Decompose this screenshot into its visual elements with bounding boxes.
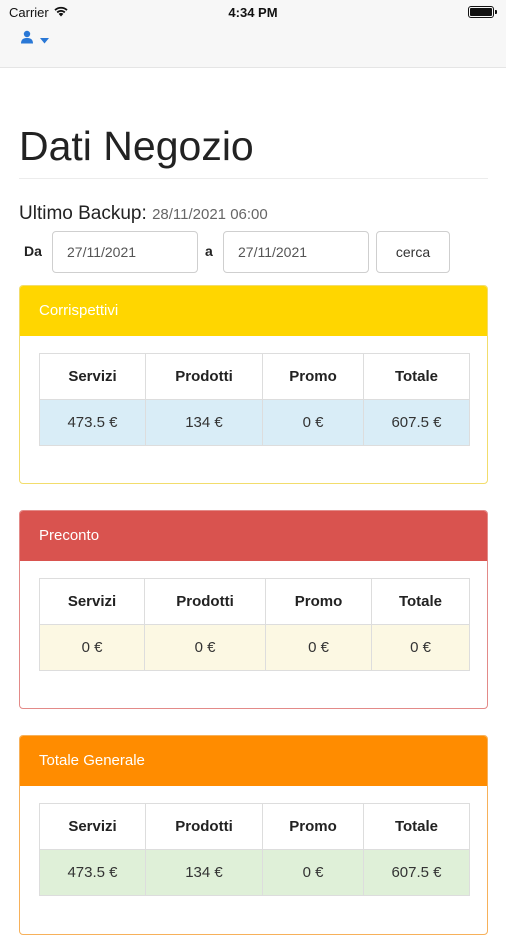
table-row: 473.5 € 134 € 0 € 607.5 € xyxy=(39,849,470,896)
from-label: Da xyxy=(24,243,42,259)
table-cell: 473.5 € xyxy=(39,849,146,896)
title-divider xyxy=(19,178,488,179)
corrispettivi-table: Servizi Prodotti Promo Totale 473.5 € 13… xyxy=(39,353,470,446)
backup-label: Ultimo Backup: xyxy=(19,203,147,224)
main-content: Dati Negozio Ultimo Backup: 28/11/2021 0… xyxy=(19,68,488,935)
table-header: Totale xyxy=(363,803,470,850)
table-cell: 134 € xyxy=(145,849,263,896)
page-title: Dati Negozio xyxy=(19,123,254,169)
table-header: Totale xyxy=(371,578,470,625)
table-header: Servizi xyxy=(39,578,145,625)
status-time: 4:34 PM xyxy=(228,5,278,20)
corrispettivi-heading: Corrispettivi xyxy=(20,286,487,336)
corrispettivi-panel: Corrispettivi Servizi Prodotti Promo Tot… xyxy=(19,285,488,484)
table-row: 473.5 € 134 € 0 € 607.5 € xyxy=(39,399,470,446)
table-row: 0 € 0 € 0 € 0 € xyxy=(39,624,470,671)
preconto-table: Servizi Prodotti Promo Totale 0 € 0 € 0 … xyxy=(39,578,470,671)
table-header: Promo xyxy=(262,353,364,400)
table-header: Prodotti xyxy=(145,803,263,850)
preconto-heading: Preconto xyxy=(20,511,487,561)
table-header: Prodotti xyxy=(145,353,263,400)
date-filter: Da a cerca xyxy=(19,231,488,273)
table-cell: 134 € xyxy=(145,399,263,446)
table-header: Servizi xyxy=(39,803,146,850)
status-bar: Carrier 4:34 PM xyxy=(0,0,506,24)
table-header: Promo xyxy=(262,803,364,850)
caret-down-icon xyxy=(40,31,49,49)
table-header: Promo xyxy=(265,578,372,625)
search-button[interactable]: cerca xyxy=(376,231,450,273)
to-date-input[interactable] xyxy=(223,231,369,273)
totale-generale-table: Servizi Prodotti Promo Totale 473.5 € 13… xyxy=(39,803,470,896)
table-header: Servizi xyxy=(39,353,146,400)
preconto-panel: Preconto Servizi Prodotti Promo Totale 0… xyxy=(19,510,488,709)
table-cell: 0 € xyxy=(144,624,266,671)
table-header-row: Servizi Prodotti Promo Totale xyxy=(39,353,470,400)
battery-icon xyxy=(468,6,497,18)
table-header: Totale xyxy=(363,353,470,400)
table-cell: 0 € xyxy=(262,849,364,896)
table-cell: 607.5 € xyxy=(363,399,470,446)
table-header: Prodotti xyxy=(144,578,266,625)
table-cell: 0 € xyxy=(371,624,470,671)
backup-value: 28/11/2021 06:00 xyxy=(152,206,268,223)
user-menu-button[interactable] xyxy=(20,30,49,49)
table-cell: 607.5 € xyxy=(363,849,470,896)
table-header-row: Servizi Prodotti Promo Totale xyxy=(39,578,470,625)
table-cell: 0 € xyxy=(265,624,372,671)
backup-info: Ultimo Backup: 28/11/2021 06:00 xyxy=(19,203,488,225)
table-cell: 0 € xyxy=(39,624,145,671)
from-date-input[interactable] xyxy=(52,231,198,273)
totale-generale-heading: Totale Generale xyxy=(20,736,487,786)
totale-generale-panel: Totale Generale Servizi Prodotti Promo T… xyxy=(19,735,488,935)
to-label: a xyxy=(205,243,213,259)
navbar xyxy=(0,24,506,68)
table-header-row: Servizi Prodotti Promo Totale xyxy=(39,803,470,850)
table-cell: 473.5 € xyxy=(39,399,146,446)
user-icon xyxy=(20,30,34,49)
table-cell: 0 € xyxy=(262,399,364,446)
